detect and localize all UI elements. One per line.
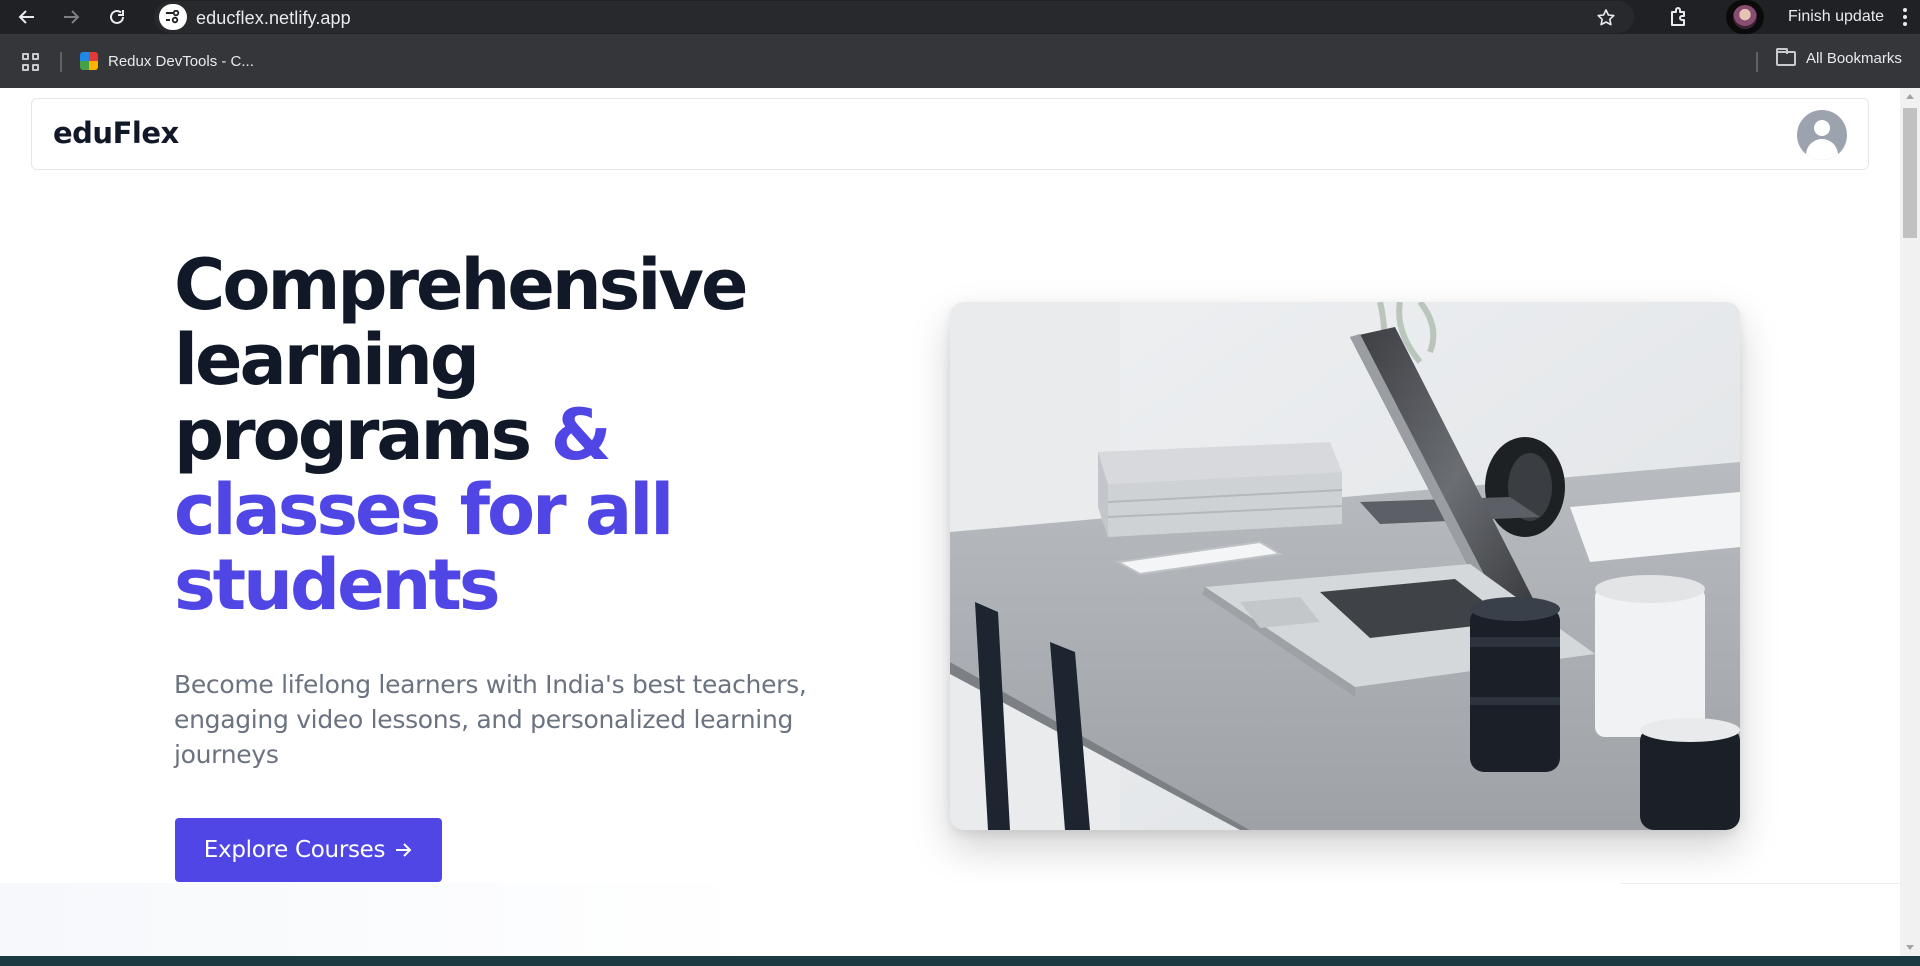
bookmark-redux-devtools[interactable]: Redux DevTools - C... [80,50,254,72]
finish-update-button[interactable]: Finish update [1772,0,1918,34]
extensions-icon [1671,7,1685,26]
scroll-up-arrow-icon[interactable] [1906,94,1914,99]
reload-icon [110,9,124,24]
page-scrollbar[interactable] [1900,88,1920,956]
bookmarks-bar: Redux DevTools - C... All Bookmarks [0,34,1920,88]
address-bar[interactable]: educflex.netlify.app [154,1,1634,33]
folder-icon [1776,48,1796,66]
hero-title-accent-line-2: students [174,544,501,626]
bookmarks-separator [60,52,62,72]
profile-button[interactable] [1726,0,1764,34]
section-divider [1620,883,1900,884]
all-bookmarks-label: All Bookmarks [1806,50,1902,67]
back-button[interactable] [14,4,40,30]
hero-title-line-1: Comprehensive [174,244,748,326]
hero-image-laptop-desk [950,302,1740,830]
back-arrow-icon [18,10,34,24]
bookmark-star-button[interactable] [1594,6,1618,30]
site-info-icon [166,10,180,24]
browser-toolbar: educflex.netlify.app Finish update [0,0,1920,34]
site-navbar: eduFlex [31,98,1869,170]
user-avatar-icon[interactable] [1797,110,1847,160]
os-taskbar-edge [0,956,1920,966]
all-bookmarks-button[interactable]: All Bookmarks [1776,48,1902,67]
redux-favicon-icon [80,52,98,70]
explore-courses-label: Explore Courses [203,837,386,863]
profile-avatar [1733,5,1757,29]
extensions-button[interactable] [1665,4,1693,30]
hero-title-accent-line-1: classes for all [174,469,674,551]
scroll-down-arrow-icon[interactable] [1906,945,1914,950]
reload-button[interactable] [104,4,130,30]
page-viewport: eduFlex Comprehensive learning programs … [0,88,1900,956]
hero-illustration [950,302,1740,830]
arrow-right-icon [393,840,413,860]
bookmark-label: Redux DevTools - C... [108,52,254,70]
forward-button[interactable] [58,4,84,30]
apps-grid-icon[interactable] [22,53,40,71]
explore-courses-button[interactable]: Explore Courses [175,818,442,882]
kebab-menu-icon [1902,8,1908,26]
hero-title-ampersand: & [550,394,612,476]
bookmarks-separator-right [1756,52,1758,72]
scroll-thumb[interactable] [1903,108,1917,238]
next-section-edge [0,883,1900,956]
url-text: educflex.netlify.app [196,8,351,28]
finish-update-label: Finish update [1788,8,1885,25]
hero-title-line-2: learning [174,319,480,401]
hero-title: Comprehensive learning programs & classe… [174,248,834,623]
site-info-button[interactable] [159,4,187,30]
site-logo[interactable]: eduFlex [53,116,179,150]
star-icon [1597,9,1615,26]
hero-subtitle: Become lifelong learners with India's be… [174,670,807,769]
hero-title-line-3: programs [174,394,532,476]
forward-arrow-icon [64,10,80,24]
